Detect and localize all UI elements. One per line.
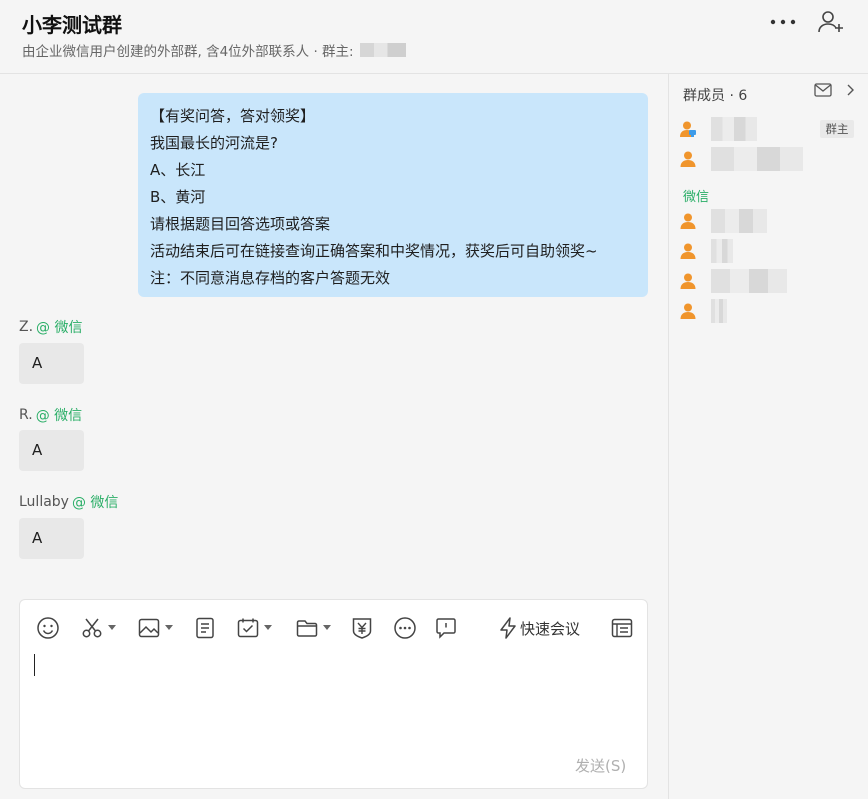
member-sidebar: 群成员 · 6 群主 微信 [668,74,868,799]
caret-down-icon [165,625,173,630]
document-icon [196,617,214,639]
owner-badge: 群主 [820,120,854,138]
lightning-icon [500,617,516,639]
enterprise-user-icon [680,121,696,137]
comment-button[interactable] [434,616,458,640]
group-title: 小李测试群 [22,13,122,37]
text-cursor [34,654,35,676]
caret-down-icon [108,625,116,630]
send-button[interactable]: 发送(S) [575,755,626,776]
chat-history-button[interactable] [610,616,634,640]
member-name-redacted [711,299,727,323]
user-icon [680,151,696,167]
quick-meeting-label: 快速会议 [520,619,581,638]
user-icon [680,213,696,229]
more-options-button[interactable] [768,10,798,34]
yuan-shield-icon [352,618,372,639]
announcement-line: 注：不同意消息存档的客户答题无效 [150,269,391,287]
member-item[interactable] [679,146,859,172]
red-packet-button[interactable] [350,616,374,640]
image-button[interactable] [137,616,173,640]
member-item[interactable] [679,208,859,234]
chat-header: 小李测试群 由企业微信用户创建的外部群, 含4位外部联系人 · 群主: [0,0,868,74]
add-member-button[interactable] [816,8,846,36]
quick-meeting-button[interactable]: 快速会议 [498,615,580,641]
member-name-redacted [711,117,757,141]
more-tools-button[interactable] [393,616,417,640]
member-item[interactable] [679,238,859,264]
chat-bubble-icon [436,618,456,639]
owner-name-redacted [359,43,406,57]
add-user-icon [818,11,843,33]
more-icon [770,19,796,25]
screenshot-button[interactable] [80,616,116,640]
user-icon [680,303,696,319]
caret-down-icon [264,625,272,630]
message-sender[interactable]: Z. @ 微信 [19,317,83,337]
sender-source-tag: @ 微信 [35,408,83,424]
caret-down-icon [323,625,331,630]
folder-icon [296,620,318,637]
member-item[interactable] [679,298,859,324]
emoji-icon [37,617,59,639]
emoji-button[interactable] [36,616,60,640]
chevron-right-icon[interactable] [845,84,857,96]
reply-message[interactable]: A [19,518,84,559]
message-sender[interactable]: Lullaby @ 微信 [19,492,118,512]
message-composer[interactable]: 快速会议 发送(S) [19,599,648,789]
document-button[interactable] [193,616,217,640]
list-panel-icon [611,618,633,638]
image-icon [138,618,160,638]
announcement-line: B、黄河 [150,188,206,206]
member-name-redacted [711,147,803,171]
group-subtitle-text: 由企业微信用户创建的外部群, 含4位外部联系人 · 群主: [22,44,354,60]
member-name-redacted [711,239,733,263]
group-subtitle: 由企业微信用户创建的外部群, 含4位外部联系人 · 群主: [22,40,406,60]
announcement-line: A、长江 [150,161,206,179]
sender-name: Lullaby [19,494,69,510]
user-icon [680,243,696,259]
calendar-check-icon [237,618,259,638]
announcement-message[interactable]: 【有奖问答，答对领奖】 我国最长的河流是? A、长江 B、黄河 请根据题目回答选… [138,93,648,297]
sender-source-tag: @ 微信 [71,495,119,511]
announcement-line: 活动结束后可在链接查询正确答案和中奖情况，获奖后可自助领奖~ [150,242,598,260]
member-name-redacted [711,209,767,233]
schedule-button[interactable] [236,616,272,640]
reply-message[interactable]: A [19,343,84,384]
sender-source-tag: @ 微信 [36,320,83,336]
announcement-line: 【有奖问答，答对领奖】 [150,107,316,125]
announcement-line: 请根据题目回答选项或答案 [150,215,331,233]
member-item[interactable] [679,268,859,294]
wechat-section-label: 微信 [683,190,710,205]
member-name-redacted [711,269,787,293]
members-count-title: 群成员 · 6 [683,88,748,104]
folder-button[interactable] [295,616,331,640]
announcement-line: 我国最长的河流是? [150,134,278,152]
message-sender[interactable]: R. @ 微信 [19,405,82,425]
sender-name: Z. [19,319,34,335]
more-circle-icon [394,617,416,639]
sender-name: R. [19,407,33,423]
mail-icon[interactable] [814,83,832,97]
reply-message[interactable]: A [19,430,84,471]
message-list[interactable]: 【有奖问答，答对领奖】 我国最长的河流是? A、长江 B、黄河 请根据题目回答选… [0,74,668,599]
scissors-icon [82,618,102,638]
user-icon [680,273,696,289]
